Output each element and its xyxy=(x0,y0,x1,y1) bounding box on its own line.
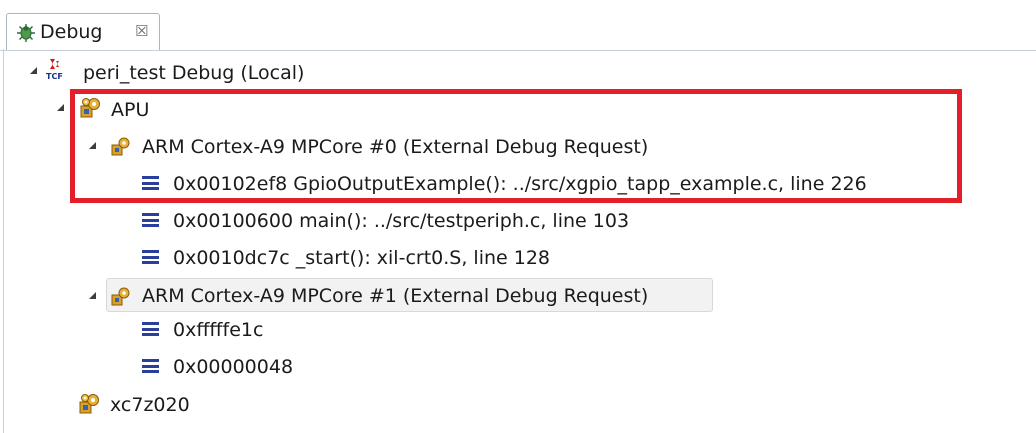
tree-label-device: xc7z020 xyxy=(110,394,190,416)
core-icon xyxy=(111,137,130,156)
tcf-launch-icon: TCF xyxy=(46,59,63,80)
tree-label-frame: 0x00100600 main(): ../src/testperiph.c, … xyxy=(173,210,630,232)
stack-frame-icon xyxy=(142,359,159,373)
tab-label: Debug xyxy=(40,21,103,43)
collapse-arrow-icon[interactable] xyxy=(30,67,37,74)
tree-label-frame: 0x00102ef8 GpioOutputExample(): ../src/x… xyxy=(173,173,867,195)
tree-label-core0: ARM Cortex-A9 MPCore #0 (External Debug … xyxy=(142,136,649,158)
stack-frame-icon xyxy=(142,176,159,190)
view-content-border xyxy=(3,49,1036,433)
collapse-arrow-icon[interactable] xyxy=(89,142,96,149)
bug-icon xyxy=(17,24,35,42)
view-tab-bar: Debug ☒ xyxy=(0,0,1036,51)
tree-label-apu: APU xyxy=(111,99,150,121)
tree-label-frame: 0x0010dc7c _start(): xil-crt0.S, line 12… xyxy=(173,247,551,269)
tree-label-frame: 0xfffffe1c xyxy=(173,319,264,341)
tab-debug[interactable]: Debug ☒ xyxy=(6,13,160,50)
tree-label-core1: ARM Cortex-A9 MPCore #1 (External Debug … xyxy=(142,285,649,307)
stack-frame-icon xyxy=(142,213,159,227)
stack-frame-icon xyxy=(142,250,159,264)
core-icon xyxy=(111,287,130,306)
tree-label-frame: 0x00000048 xyxy=(173,356,294,378)
collapse-arrow-icon[interactable] xyxy=(57,104,64,111)
collapse-arrow-icon[interactable] xyxy=(89,292,96,299)
processor-group-icon xyxy=(80,98,100,118)
svg-text:TCF: TCF xyxy=(46,72,63,80)
close-icon[interactable]: ☒ xyxy=(135,22,148,40)
debug-view: Debug ☒ TCF peri_test Debug (Local) APU … xyxy=(0,0,1036,433)
processor-group-icon xyxy=(79,394,99,414)
stack-frame-icon xyxy=(142,322,159,336)
tree-label-launch: peri_test Debug (Local) xyxy=(83,62,305,84)
